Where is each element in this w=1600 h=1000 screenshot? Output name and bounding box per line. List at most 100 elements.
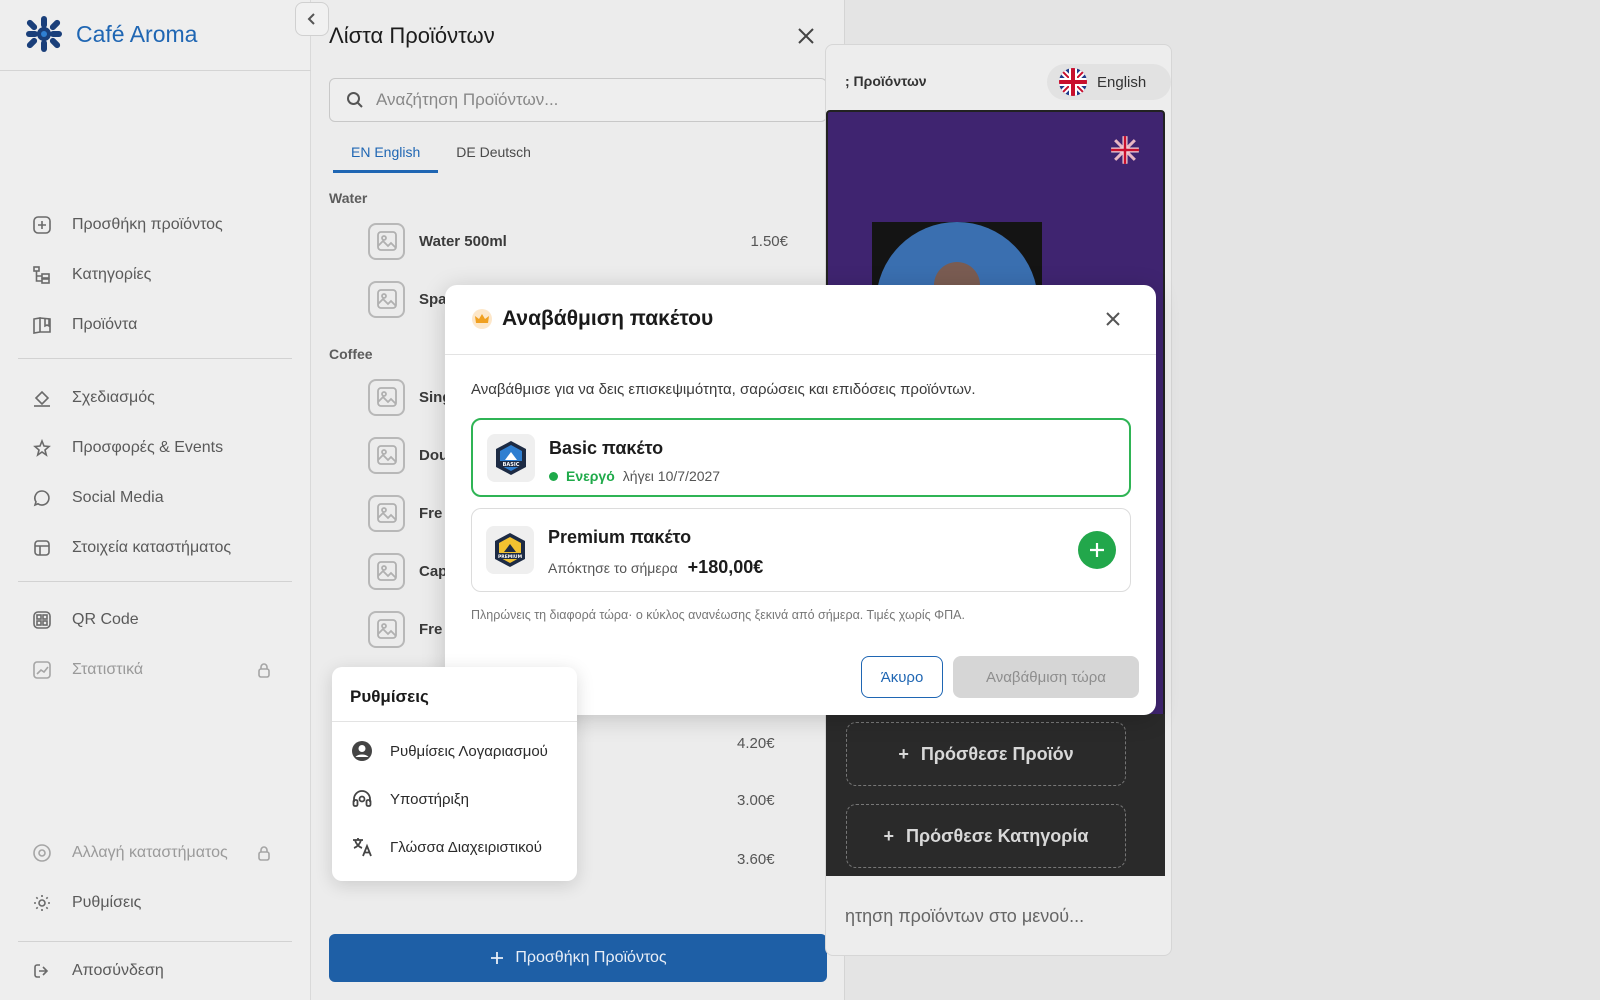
- plus-icon: +: [883, 825, 895, 846]
- sidebar-item-label: Αποσύνδεση: [72, 962, 164, 979]
- language-selector[interactable]: English: [1047, 64, 1171, 100]
- store-icon: [30, 536, 54, 560]
- menu-item-label: Υποστήριξη: [390, 790, 469, 808]
- product-price: 4.20€: [737, 735, 775, 752]
- translate-icon: [350, 835, 374, 859]
- preview-search-text[interactable]: ητηση προϊόντων στο μενού...: [845, 906, 1084, 927]
- image-placeholder-icon: [368, 494, 405, 532]
- upgrade-now-button[interactable]: Αναβάθμιση τώρα: [953, 656, 1139, 698]
- close-icon[interactable]: [1101, 307, 1125, 331]
- preview-add-category-button[interactable]: + Πρόσθεσε Κατηγορία: [846, 804, 1126, 868]
- category-heading: Coffee: [329, 346, 373, 362]
- menu-item-account-settings[interactable]: Ρυθμίσεις Λογαριασμού: [350, 737, 548, 765]
- sidebar-item-label: Αλλαγή καταστήματος: [72, 844, 228, 861]
- plan-card-premium[interactable]: PREMIUM Premium πακέτο Απόκτησε το σήμερ…: [471, 508, 1131, 592]
- product-search-input[interactable]: Αναζήτηση Προϊόντων...: [329, 78, 827, 122]
- status-dot: [549, 471, 558, 481]
- uk-flag-icon[interactable]: [1110, 135, 1140, 165]
- plan-card-basic[interactable]: BASIC Basic πακέτο Ενεργό λήγει 10/7/202…: [471, 418, 1131, 497]
- sidebar-item-label: Κατηγορίες: [72, 266, 152, 283]
- plan-name: Basic πακέτο: [549, 438, 664, 458]
- sidebar-item-store-info[interactable]: Στοιχεία καταστήματος: [30, 532, 231, 564]
- plan-price: +180,00€: [687, 557, 764, 577]
- brand[interactable]: Café Aroma: [24, 14, 197, 54]
- divider: [0, 70, 311, 71]
- badge-text: BASIC: [503, 462, 520, 468]
- cancel-button[interactable]: Άκυρο: [861, 656, 943, 698]
- sidebar-item-add-product[interactable]: Προσθήκη προϊόντος: [30, 209, 223, 241]
- store-logo-image: [872, 222, 1042, 292]
- sidebar-item-label: Σχεδιασμός: [72, 389, 155, 406]
- preview-add-product-label: Πρόσθεσε Προϊόν: [920, 743, 1074, 764]
- sidebar-item-categories[interactable]: Κατηγορίες: [30, 259, 151, 291]
- image-placeholder-icon: [368, 610, 405, 648]
- divider: [18, 358, 292, 359]
- product-price: 3.00€: [737, 792, 775, 809]
- sidebar-item-settings[interactable]: Ρυθμίσεις: [30, 887, 141, 919]
- menu-item-support[interactable]: Υποστήριξη: [350, 785, 469, 813]
- tab-deutsch[interactable]: DE Deutsch: [438, 138, 549, 173]
- modal-title: Αναβάθμιση πακέτου: [502, 307, 714, 330]
- basic-plan-badge-icon: BASIC: [487, 434, 535, 482]
- lock-icon: [258, 846, 270, 861]
- sidebar-item-label: Social Media: [72, 489, 164, 506]
- panel-title: Λίστα Προϊόντων: [329, 23, 495, 48]
- sidebar-item-switch-store[interactable]: Αλλαγή καταστήματος: [30, 837, 228, 869]
- status-badge: Ενεργό: [566, 468, 615, 484]
- lock-icon: [258, 663, 270, 678]
- collapse-sidebar-button[interactable]: [295, 2, 329, 36]
- plan-status: Ενεργό λήγει 10/7/2027: [549, 468, 720, 484]
- sidebar-item-design[interactable]: Σχεδιασμός: [30, 382, 155, 414]
- sidebar-item-products[interactable]: Προϊόντα: [30, 309, 137, 341]
- crown-icon: [472, 309, 492, 329]
- plan-name: Premium πακέτο: [548, 527, 692, 547]
- brand-logo-icon: [26, 16, 62, 52]
- sidebar-item-label: Ρυθμίσεις: [72, 894, 142, 911]
- modal-description: Αναβάθμισε για να δεις επισκεψιμότητα, σ…: [471, 381, 976, 398]
- sidebar-item-label: Στατιστικά: [72, 661, 144, 678]
- plus-icon: +: [898, 743, 909, 764]
- menu-item-label: Ρυθμίσεις Λογαριασμού: [390, 742, 548, 760]
- preview-tab-label[interactable]: ; Προϊόντων: [845, 73, 927, 89]
- badge-text: PREMIUM: [498, 554, 523, 560]
- product-price: 1.50€: [750, 232, 788, 250]
- sidebar-item-offers-events[interactable]: Προσφορές & Events: [30, 432, 223, 464]
- image-placeholder-icon: [368, 436, 405, 474]
- add-product-button[interactable]: Προσθήκη Προϊόντος: [329, 934, 827, 982]
- divider: [332, 721, 577, 722]
- sidebar-item-label: Προϊόντα: [72, 316, 138, 333]
- preview-add-product-button[interactable]: + Πρόσθεσε Προϊόν: [846, 722, 1126, 786]
- close-icon[interactable]: [794, 24, 818, 48]
- sidebar-item-label: Προσφορές & Events: [72, 439, 224, 456]
- uk-flag-icon: [1059, 68, 1087, 96]
- product-name: Water 500ml: [419, 232, 507, 250]
- image-placeholder-icon: [368, 378, 405, 416]
- tab-english[interactable]: EN English: [333, 138, 439, 173]
- image-placeholder-icon: [368, 222, 405, 260]
- sidebar: Café Aroma Προσθήκη προϊόντος Κατηγορίες…: [0, 0, 311, 1000]
- list-item[interactable]: Water 500ml 1.50€: [368, 221, 788, 261]
- account-circle-icon: [350, 739, 374, 763]
- premium-plan-badge-icon: PREMIUM: [486, 526, 534, 574]
- divider: [18, 581, 292, 582]
- star-sparkle-icon: [30, 436, 54, 460]
- expiry-date: λήγει 10/7/2027: [622, 468, 721, 484]
- sidebar-item-qr-code[interactable]: QR Code: [30, 604, 139, 636]
- image-placeholder-icon: [368, 552, 405, 590]
- sidebar-item-social-media[interactable]: Social Media: [30, 482, 164, 514]
- sidebar-item-statistics[interactable]: Στατιστικά: [30, 654, 143, 686]
- upgrade-plan-modal: Αναβάθμιση πακέτου Αναβάθμισε για να δει…: [445, 285, 1156, 715]
- menu-book-icon: [30, 313, 54, 337]
- logout-icon: [30, 959, 54, 983]
- gear-icon: [30, 891, 54, 915]
- sidebar-item-label: Προσθήκη προϊόντος: [72, 216, 223, 233]
- chevron-left-icon: [307, 13, 315, 25]
- plan-subtitle: Απόκτησε το σήμερα: [548, 560, 678, 576]
- category-heading: Water: [329, 190, 368, 206]
- paint-bucket-icon: [30, 386, 54, 410]
- modal-header: Αναβάθμιση πακέτου: [445, 285, 1156, 355]
- sidebar-item-logout[interactable]: Αποσύνδεση: [30, 955, 164, 987]
- menu-item-admin-language[interactable]: Γλώσσα Διαχειριστικού: [350, 833, 542, 861]
- search-icon: [347, 92, 363, 108]
- select-premium-button[interactable]: [1078, 531, 1116, 569]
